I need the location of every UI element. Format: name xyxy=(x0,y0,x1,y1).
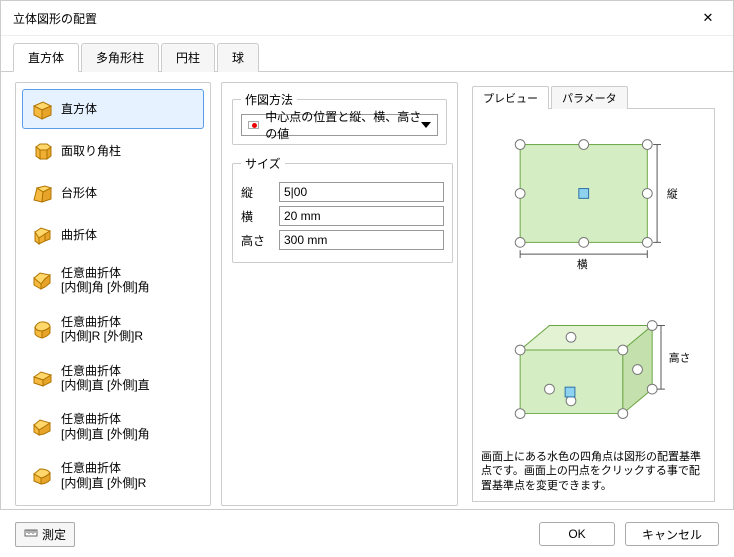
shape-label: 曲折体 xyxy=(61,228,97,242)
measure-button[interactable]: 測定 xyxy=(15,522,75,547)
size-label-width: 横 xyxy=(241,208,271,225)
shape-item-arb-choku-kaku[interactable]: 任意曲折体 [内側]直 [外側]角 xyxy=(22,403,204,450)
size-row-height: 高さ xyxy=(241,230,444,250)
shape-label: 直方体 xyxy=(61,102,97,116)
shape-label: 面取り角柱 xyxy=(61,144,121,158)
dialog-title: 立体図形の配置 xyxy=(13,10,97,27)
size-row-width: 横 xyxy=(241,206,444,226)
svg-text:高さ: 高さ xyxy=(669,352,691,365)
anchor-point-top[interactable] xyxy=(579,189,589,199)
arbitrary-bent-sk-icon xyxy=(31,416,53,438)
shape-label: 任意曲折体 [内側]直 [外側]R xyxy=(61,461,146,490)
svg-text:縦: 縦 xyxy=(667,187,678,200)
shape-item-bent[interactable]: 曲折体 xyxy=(22,215,204,255)
chevron-down-icon xyxy=(421,122,431,128)
ok-button[interactable]: OK xyxy=(539,522,615,546)
shape-item-arb-kaku[interactable]: 任意曲折体 [内側]角 [外側]角 xyxy=(22,257,204,304)
shape-label: 任意曲折体 [内側]直 [外側]直 xyxy=(61,364,150,393)
preview-help: 画面上にある水色の四角点は図形の配置基準点です。画面上の円点をクリックする事で配… xyxy=(481,446,706,493)
shape-label: 任意曲折体 [内側]角 [外側]角 xyxy=(61,266,150,295)
shape-label: 任意曲折体 [内側]直 [外側]角 xyxy=(61,412,150,441)
ruler-icon xyxy=(24,527,38,542)
preview-svg: 縦 横 xyxy=(481,117,706,446)
shape-item-trapezoid[interactable]: 台形体 xyxy=(22,173,204,213)
method-select[interactable]: 中心点の位置と縦、横、高さの値 xyxy=(241,114,438,136)
trapezoid-icon xyxy=(31,182,53,204)
arbitrary-bent-r-icon xyxy=(31,318,53,340)
tab-cylinder[interactable]: 円柱 xyxy=(161,43,215,72)
svg-text:横: 横 xyxy=(577,258,588,271)
size-label-depth: 縦 xyxy=(241,184,271,201)
size-label-height: 高さ xyxy=(241,232,271,249)
size-input-depth[interactable] xyxy=(279,182,444,202)
size-fieldset: サイズ 縦 横 高さ xyxy=(232,155,453,263)
shape-item-arb-r[interactable]: 任意曲折体 [内側]R [外側]R xyxy=(22,306,204,353)
shape-item-cuboid[interactable]: 直方体 xyxy=(22,89,204,129)
shape-item-chamfer[interactable]: 面取り角柱 xyxy=(22,131,204,171)
close-button[interactable]: ✕ xyxy=(693,7,723,29)
shape-list: 直方体 面取り角柱 台形体 曲折体 xyxy=(15,82,211,506)
tab-parameter[interactable]: パラメータ xyxy=(551,86,628,109)
tab-sphere[interactable]: 球 xyxy=(217,43,259,72)
anchor-point-3d[interactable] xyxy=(565,387,575,397)
arbitrary-bent-icon xyxy=(31,269,53,291)
arbitrary-bent-straight-icon xyxy=(31,367,53,389)
shape-item-arb-choku-r[interactable]: 任意曲折体 [内側]直 [外側]R xyxy=(22,452,204,499)
shape-item-arb-choku[interactable]: 任意曲折体 [内側]直 [外側]直 xyxy=(22,355,204,402)
shape-label: 任意曲折体 [内側]R [外側]R xyxy=(61,315,143,344)
jp-flag-icon xyxy=(248,121,259,129)
top-tabs: 直方体 多角形柱 円柱 球 xyxy=(1,36,733,72)
tab-polyprism[interactable]: 多角形柱 xyxy=(81,43,159,72)
method-fieldset: 作図方法 中心点の位置と縦、横、高さの値 xyxy=(232,91,447,145)
size-input-width[interactable] xyxy=(279,206,444,226)
size-row-depth: 縦 xyxy=(241,182,444,202)
size-input-height[interactable] xyxy=(279,230,444,250)
method-value: 中心点の位置と縦、横、高さの値 xyxy=(265,108,431,142)
preview-panel: プレビュー パラメータ 縦 xyxy=(468,82,719,506)
chamfer-prism-icon xyxy=(31,140,53,162)
tab-preview[interactable]: プレビュー xyxy=(472,86,549,109)
shape-label: 台形体 xyxy=(61,186,97,200)
tab-cuboid[interactable]: 直方体 xyxy=(13,43,79,72)
measure-label: 測定 xyxy=(42,526,66,543)
arbitrary-bent-sr-icon xyxy=(31,465,53,487)
method-legend: 作図方法 xyxy=(241,91,297,108)
cancel-button[interactable]: キャンセル xyxy=(625,522,719,546)
cuboid-icon xyxy=(31,98,53,120)
size-legend: サイズ xyxy=(241,155,285,172)
bent-solid-icon xyxy=(31,224,53,246)
options-panel: 作図方法 中心点の位置と縦、横、高さの値 サイズ 縦 横 高さ xyxy=(221,82,458,506)
